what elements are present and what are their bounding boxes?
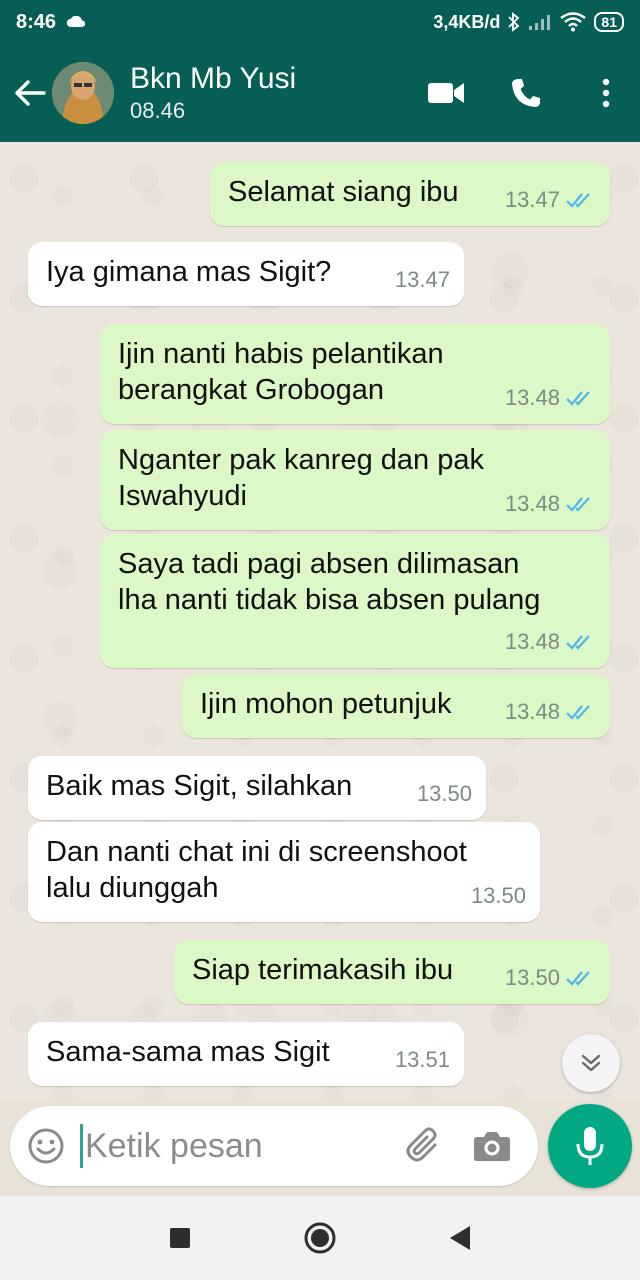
emoji-button[interactable]	[26, 1126, 66, 1166]
chevron-double-down-icon	[581, 1054, 601, 1072]
message-meta: 13.48	[505, 624, 596, 660]
battery-indicator: 81	[594, 12, 624, 32]
message-meta: 13.50	[417, 776, 472, 812]
scroll-to-bottom-button[interactable]	[562, 1034, 620, 1092]
message-bubble[interactable]: Dan nanti chat ini di screenshoot lalu d…	[28, 822, 540, 922]
message-bubble[interactable]: Nganter pak kanreg dan pak Iswahyudi 13.…	[100, 430, 610, 530]
message-time: 13.50	[504, 965, 560, 990]
back-arrow-icon	[15, 80, 46, 106]
back-button[interactable]	[10, 73, 50, 113]
message-time: 13.48	[504, 629, 560, 654]
message-time: 13.48	[504, 699, 560, 724]
chat-header: Bkn Mb Yusi 08.46	[0, 44, 640, 142]
header-actions	[426, 73, 626, 113]
message-composer: Ketik pesan	[10, 1106, 538, 1186]
video-call-icon	[428, 83, 464, 103]
contact-info[interactable]: Bkn Mb Yusi 08.46	[130, 61, 296, 125]
message-text: Dan nanti chat ini di screenshoot lalu d…	[46, 836, 467, 904]
read-ticks-icon	[566, 705, 590, 720]
message-text: Iya gimana mas Sigit?	[46, 256, 332, 288]
circle-icon	[304, 1222, 336, 1254]
attach-icon	[406, 1127, 437, 1162]
message-time: 13.50	[416, 781, 472, 806]
read-ticks-icon	[566, 635, 590, 650]
status-bar: 8:46 3,4KB/d 81	[0, 0, 640, 44]
triangle-back-icon	[450, 1226, 470, 1250]
text-caret	[80, 1124, 83, 1168]
message-meta: 13.48	[505, 380, 596, 416]
message-bubble[interactable]: Ijin nanti habis pelantikan berangkat Gr…	[100, 324, 610, 424]
voice-message-button[interactable]	[548, 1104, 632, 1188]
status-time: 8:46	[16, 10, 57, 33]
message-text: Sama-sama mas Sigit	[46, 1036, 330, 1068]
phone-icon	[512, 79, 540, 107]
video-call-button[interactable]	[426, 73, 466, 113]
avatar-photo	[52, 62, 114, 124]
status-right: 3,4KB/d 81	[433, 12, 624, 33]
home-button[interactable]	[300, 1218, 340, 1258]
wifi-icon	[560, 12, 587, 32]
message-bubble[interactable]: Saya tadi pagi absen dilimasan lha nanti…	[100, 534, 610, 668]
message-text: Saya tadi pagi absen dilimasan lha nanti…	[118, 548, 541, 616]
camera-icon	[474, 1132, 510, 1161]
mic-icon	[576, 1127, 604, 1165]
bluetooth-icon	[508, 12, 520, 32]
more-vert-icon	[602, 78, 610, 108]
message-time: 13.48	[504, 491, 560, 516]
voice-call-button[interactable]	[506, 73, 546, 113]
message-bubble[interactable]: Siap terimakasih ibu 13.50	[174, 940, 610, 1004]
message-input[interactable]: Ketik pesan	[80, 1121, 402, 1171]
message-meta: 13.50	[471, 878, 526, 914]
message-meta: 13.48	[505, 694, 596, 730]
message-time: 13.47	[394, 267, 450, 292]
system-nav-bar	[0, 1196, 640, 1280]
read-ticks-icon	[566, 497, 590, 512]
back-nav-button[interactable]	[440, 1218, 480, 1258]
contact-subtitle: 08.46	[130, 98, 186, 123]
camera-button[interactable]	[470, 1124, 514, 1168]
message-bubble[interactable]: Selamat siang ibu 13.47	[210, 162, 610, 226]
message-list[interactable]: Selamat siang ibu 13.47 Iya gimana mas S…	[0, 142, 640, 1100]
message-text: Baik mas Sigit, silahkan	[46, 770, 353, 802]
message-meta: 13.51	[395, 1042, 450, 1078]
message-time: 13.48	[504, 385, 560, 410]
read-ticks-icon	[566, 391, 590, 406]
cloud-icon	[66, 16, 86, 27]
contact-name: Bkn Mb Yusi	[130, 62, 297, 95]
message-bubble[interactable]: Ijin mohon petunjuk 13.48	[182, 674, 610, 738]
message-bubble[interactable]: Sama-sama mas Sigit 13.51	[28, 1022, 464, 1086]
message-meta: 13.47	[505, 182, 596, 218]
net-speed: 3,4KB/d	[433, 11, 501, 32]
message-bubble[interactable]: Iya gimana mas Sigit? 13.47	[28, 242, 464, 306]
attach-button[interactable]	[402, 1124, 446, 1168]
message-meta: 13.48	[505, 486, 596, 522]
emoji-icon	[28, 1128, 64, 1164]
square-icon	[170, 1228, 190, 1248]
message-input-placeholder: Ketik pesan	[85, 1126, 263, 1165]
avatar[interactable]	[52, 62, 114, 124]
read-ticks-icon	[566, 971, 590, 986]
read-ticks-icon	[566, 193, 590, 208]
more-options-button[interactable]	[586, 73, 626, 113]
recents-button[interactable]	[160, 1218, 200, 1258]
message-meta: 13.50	[505, 960, 596, 996]
message-time: 13.47	[504, 187, 560, 212]
message-meta: 13.47	[395, 262, 450, 298]
signal-icon	[529, 15, 551, 30]
message-time: 13.51	[394, 1047, 450, 1072]
message-time: 13.50	[470, 883, 526, 908]
message-bubble[interactable]: Baik mas Sigit, silahkan 13.50	[28, 756, 486, 820]
